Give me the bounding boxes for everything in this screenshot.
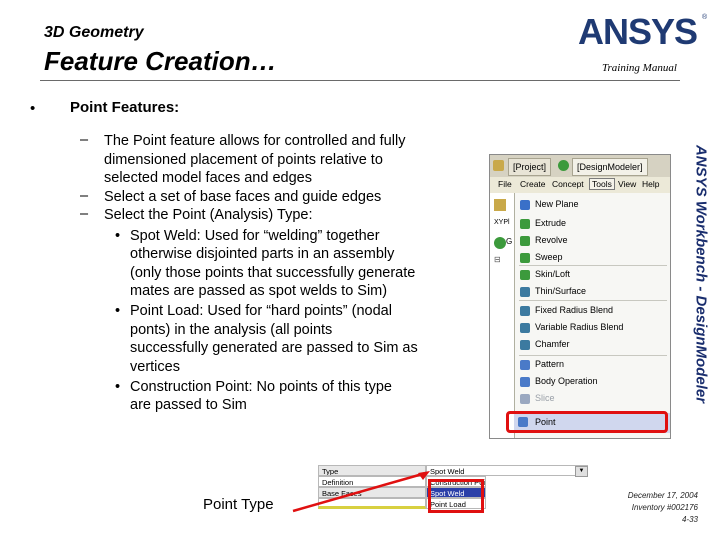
tree-label[interactable]: XYPl xyxy=(494,219,510,226)
svg-text:®: ® xyxy=(702,13,708,21)
menu-item[interactable]: Thin/Surface xyxy=(535,286,586,296)
folder-icon xyxy=(494,199,506,211)
menu-item-point[interactable]: Point xyxy=(535,417,556,427)
sub-sub-bullet-line: successfully generated are passed to Sim… xyxy=(130,340,418,356)
side-band-text: ANSYS Workbench - DesignModeler xyxy=(692,144,710,404)
tree-expander-icon[interactable]: ⊟ xyxy=(494,255,501,264)
bullet-marker: • xyxy=(30,100,36,117)
main-bullet: Point Features: xyxy=(70,99,180,116)
menu-separator xyxy=(519,355,667,356)
sub-bullet-line: The Point feature allows for controlled … xyxy=(104,133,406,149)
menu-item[interactable]: Fixed Radius Blend xyxy=(535,305,613,315)
logo-text: ANSYS xyxy=(578,11,697,50)
slide-title: Feature Creation… xyxy=(44,46,277,76)
sub-sub-bullet-marker: • xyxy=(115,227,121,244)
dash-marker: – xyxy=(80,187,89,204)
sub-sub-bullet-marker: • xyxy=(115,303,121,319)
sub-sub-bullet-line: otherwise disjointed parts in an assembl… xyxy=(130,246,395,262)
chevron-down-icon[interactable]: ▼ xyxy=(575,466,588,477)
tree-label[interactable]: G xyxy=(506,237,512,246)
dash-marker: – xyxy=(80,132,89,148)
menu-item-icon xyxy=(520,377,530,387)
sub-sub-bullet-line: ponts) in the analysis (all points xyxy=(130,321,333,338)
header-divider xyxy=(40,80,680,81)
menu-item-icon xyxy=(520,340,530,350)
sub-bullet-line: dimensioned placement of points relative… xyxy=(104,151,383,168)
menu-item-icon xyxy=(520,360,530,370)
menu-bar: File Create Concept Tools View Help xyxy=(490,177,670,193)
menu-item-icon xyxy=(520,253,530,263)
sub-sub-bullet-line: Construction Point: No points of this ty… xyxy=(130,378,392,395)
menu-item[interactable]: New Plane xyxy=(535,199,579,209)
dm-icon xyxy=(558,160,569,171)
callout-arrow xyxy=(292,471,430,513)
menu-item[interactable]: Variable Radius Blend xyxy=(535,322,623,332)
point-type-caption: Point Type xyxy=(203,496,274,513)
menu-concept[interactable]: Concept xyxy=(552,179,584,189)
designmodeler-screenshot: [Project] [DesignModeler] File Create Co… xyxy=(489,154,671,439)
menu-item[interactable]: Body Operation xyxy=(535,376,598,386)
sub-sub-bullet-line: Point Load: Used for “hard points” (noda… xyxy=(130,303,392,319)
sub-sub-bullet-line: are passed to Sim xyxy=(130,397,247,413)
point-highlight-box xyxy=(506,411,668,433)
menu-item-icon xyxy=(520,287,530,297)
tab-project[interactable]: [Project] xyxy=(508,158,552,176)
menu-item-icon xyxy=(520,394,530,404)
sub-sub-bullet-line: Spot Weld: Used for “welding” together xyxy=(130,227,380,244)
menu-separator xyxy=(519,300,667,301)
tools-menu-list: New Plane Extrude Revolve Sweep Skin/Loft Thi… xyxy=(514,193,670,438)
type-dropdown[interactable]: Spot Weld xyxy=(426,465,588,476)
menu-item[interactable]: Revolve xyxy=(535,235,568,245)
menu-item[interactable]: Slice xyxy=(535,393,555,403)
workbench-icon xyxy=(493,160,504,171)
menu-item[interactable]: Extrude xyxy=(535,218,566,228)
tree-panel: XYPl G ⊟ xyxy=(490,193,514,438)
point-icon xyxy=(518,417,528,427)
tab-designmodeler[interactable]: [DesignModeler] xyxy=(572,158,648,176)
tree-icon xyxy=(494,237,506,249)
footer-inventory: Inventory #002176 xyxy=(631,503,698,512)
sub-bullet-line: selected model faces and edges xyxy=(104,170,312,186)
sub-sub-bullet-marker: • xyxy=(115,378,121,395)
sub-bullet-line: Select a set of base faces and guide edg… xyxy=(104,188,382,205)
menu-item-icon xyxy=(520,236,530,246)
sub-sub-bullet-line: mates are passed as spot welds to Sim) xyxy=(130,283,388,299)
footer-date: December 17, 2004 xyxy=(627,491,698,500)
menu-create[interactable]: Create xyxy=(520,179,546,189)
sub-bullet-line: Select the Point (Analysis) Type: xyxy=(104,207,313,223)
slide-subtitle: 3D Geometry xyxy=(44,24,144,41)
training-manual-label: Training Manual xyxy=(602,62,677,74)
sub-sub-bullet-line: (only those points that successfully gen… xyxy=(130,264,416,281)
menu-item-icon xyxy=(520,219,530,229)
sub-sub-bullet-line: vertices xyxy=(130,358,180,375)
menu-item[interactable]: Sweep xyxy=(535,252,563,262)
menu-item[interactable]: Chamfer xyxy=(535,339,570,349)
menu-view[interactable]: View xyxy=(618,179,636,189)
menu-item-icon xyxy=(520,200,530,210)
menu-file[interactable]: File xyxy=(498,179,512,189)
menu-item[interactable]: Pattern xyxy=(535,359,564,369)
menu-help[interactable]: Help xyxy=(642,179,659,189)
menu-separator xyxy=(519,265,667,266)
menu-tools[interactable]: Tools xyxy=(589,178,615,190)
tab-bar: [Project] [DesignModeler] xyxy=(490,155,670,177)
footer: December 17, 2004 Inventory #002176 4-33 xyxy=(590,490,698,526)
page-number: 4-33 xyxy=(681,515,698,524)
menu-item[interactable]: Skin/Loft xyxy=(535,269,570,279)
menu-item-icon xyxy=(520,323,530,333)
menu-item-icon xyxy=(520,306,530,316)
dash-marker: – xyxy=(80,206,89,222)
menu-item-icon xyxy=(520,270,530,280)
ansys-logo: ANSYS ® xyxy=(578,11,708,50)
